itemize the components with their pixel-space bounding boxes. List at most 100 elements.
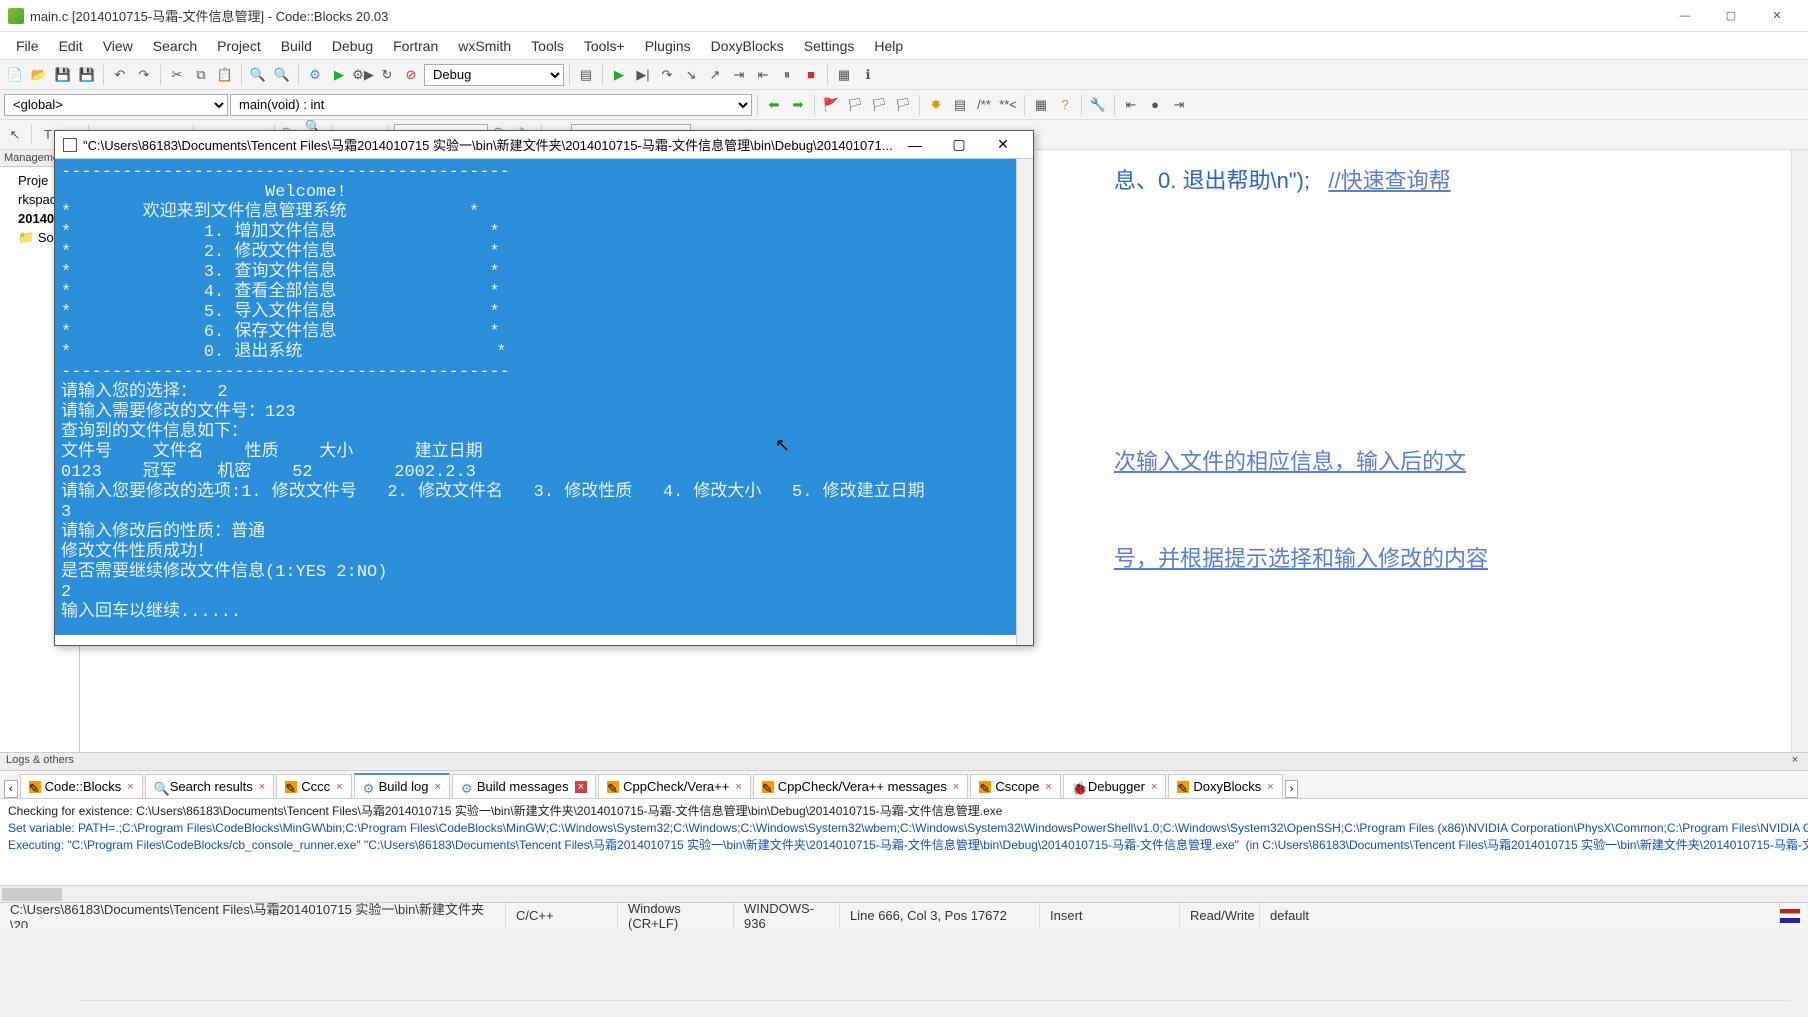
run-icon[interactable]: ▶ xyxy=(328,64,350,86)
menu-doxyblocks[interactable]: DoxyBlocks xyxy=(701,34,794,58)
tab-build-messages[interactable]: ⚙Build messages× xyxy=(452,774,596,798)
close-button[interactable]: ✕ xyxy=(1754,1,1800,31)
close-icon[interactable]: × xyxy=(735,781,741,793)
open-file-icon[interactable]: 📂 xyxy=(28,64,50,86)
paste-icon[interactable]: 📋 xyxy=(214,64,236,86)
doxy-block-icon[interactable]: /** xyxy=(973,94,995,116)
menu-debug[interactable]: Debug xyxy=(322,34,383,58)
doxy-line-icon[interactable]: **< xyxy=(997,94,1019,116)
debug-windows-icon[interactable]: ▦ xyxy=(833,64,855,86)
menu-fortran[interactable]: Fortran xyxy=(383,34,448,58)
rebuild-icon[interactable]: ↻ xyxy=(376,64,398,86)
step-instr-icon[interactable]: ⇤ xyxy=(752,64,774,86)
console-close-button[interactable]: ✕ xyxy=(981,132,1025,158)
build-run-icon[interactable]: ⚙▶ xyxy=(352,64,374,86)
close-icon[interactable]: × xyxy=(1151,781,1157,793)
tab-cppcheck[interactable]: ✎CppCheck/Vera++× xyxy=(598,774,751,798)
menu-build[interactable]: Build xyxy=(271,34,322,58)
menu-wxsmith[interactable]: wxSmith xyxy=(448,34,521,58)
build-target-select[interactable]: Debug xyxy=(424,64,564,86)
close-icon[interactable]: × xyxy=(259,781,265,793)
build-log-output[interactable]: Checking for existence: C:\Users\86183\D… xyxy=(0,799,1808,885)
console-maximize-button[interactable]: ▢ xyxy=(937,132,981,158)
menu-project[interactable]: Project xyxy=(207,34,271,58)
new-file-icon[interactable]: 📄 xyxy=(4,64,26,86)
menu-toolsplus[interactable]: Tools+ xyxy=(574,34,635,58)
doxy-config-icon[interactable]: 🔧 xyxy=(1087,94,1109,116)
menu-tools[interactable]: Tools xyxy=(521,34,574,58)
nav-record-icon[interactable]: ● xyxy=(1144,94,1166,116)
bookmark-toggle-icon[interactable]: 🚩 xyxy=(820,94,842,116)
close-icon[interactable]: × xyxy=(953,781,959,793)
jump-back-icon[interactable]: ⬅ xyxy=(763,94,785,116)
tab-cccc[interactable]: ✎Cccc× xyxy=(276,774,351,798)
close-icon[interactable]: × xyxy=(434,781,440,793)
find-icon[interactable]: 🔍 xyxy=(247,64,269,86)
doxy-run-icon[interactable]: ▦ xyxy=(1030,94,1052,116)
menu-edit[interactable]: Edit xyxy=(49,34,93,58)
menu-view[interactable]: View xyxy=(93,34,143,58)
next-line-icon[interactable]: ↷ xyxy=(656,64,678,86)
info-icon[interactable]: ℹ xyxy=(857,64,879,86)
menu-search[interactable]: Search xyxy=(143,34,207,58)
tab-search-results[interactable]: 🔍Search results× xyxy=(145,774,275,798)
tabs-scroll-right-icon[interactable]: › xyxy=(1285,780,1299,798)
tab-build-log[interactable]: ⚙Build log× xyxy=(354,773,450,798)
step-out-icon[interactable]: ↗ xyxy=(704,64,726,86)
menu-plugins[interactable]: Plugins xyxy=(635,34,701,58)
close-icon[interactable]: × xyxy=(575,781,587,793)
save-icon[interactable]: 💾 xyxy=(52,64,74,86)
bottom-hscroll[interactable] xyxy=(0,885,1808,902)
menu-help[interactable]: Help xyxy=(864,34,913,58)
close-icon[interactable]: × xyxy=(1267,781,1273,793)
menu-file[interactable]: File xyxy=(6,34,49,58)
close-icon[interactable]: × xyxy=(1045,781,1051,793)
tab-cscope[interactable]: ✎Cscope× xyxy=(970,774,1061,798)
cut-icon[interactable]: ✂ xyxy=(166,64,188,86)
tab-cppcheck-messages[interactable]: ✎CppCheck/Vera++ messages× xyxy=(753,774,969,798)
doxy-extract-icon[interactable]: ▤ xyxy=(949,94,971,116)
stop-debug-icon[interactable]: ■ xyxy=(800,64,822,86)
next-instr-icon[interactable]: ⇥ xyxy=(728,64,750,86)
undo-icon[interactable]: ↶ xyxy=(109,64,131,86)
abort-icon[interactable]: ⊘ xyxy=(400,64,422,86)
settings-icon[interactable]: ✸ xyxy=(925,94,947,116)
doxy-chm-icon[interactable]: ? xyxy=(1054,94,1076,116)
break-icon[interactable]: ⏸ xyxy=(776,64,798,86)
bookmark-clear-icon[interactable]: 🏳 xyxy=(892,94,914,116)
minimize-button[interactable]: — xyxy=(1662,1,1708,31)
save-all-icon[interactable]: 💾 xyxy=(76,64,98,86)
bookmark-prev-icon[interactable]: 🏳 xyxy=(844,94,866,116)
editor-hscroll[interactable] xyxy=(80,1000,1790,1017)
debug-run-icon[interactable]: ▶ xyxy=(608,64,630,86)
show-targets-icon[interactable]: ▤ xyxy=(575,64,597,86)
editor-vscroll[interactable] xyxy=(1791,150,1808,752)
close-icon[interactable]: × xyxy=(336,781,342,793)
tabs-scroll-left-icon[interactable]: ‹ xyxy=(4,780,18,798)
jump-fwd-icon[interactable]: ➡ xyxy=(787,94,809,116)
maximize-button[interactable]: ▢ xyxy=(1708,1,1754,31)
tab-doxyblocks[interactable]: ✎DoxyBlocks× xyxy=(1168,774,1282,798)
build-icon[interactable]: ⚙ xyxy=(304,64,326,86)
scope-select[interactable]: <global> xyxy=(4,94,228,116)
redo-icon[interactable]: ↷ xyxy=(133,64,155,86)
close-icon[interactable]: × xyxy=(127,781,133,793)
bookmark-next-icon[interactable]: 🏳 xyxy=(868,94,890,116)
function-select[interactable]: main(void) : int xyxy=(230,94,752,116)
console-titlebar[interactable]: "C:\Users\86183\Documents\Tencent Files\… xyxy=(55,131,1033,159)
console-vscroll[interactable] xyxy=(1016,159,1033,645)
tab-codeblocks[interactable]: ✎Code::Blocks× xyxy=(20,774,143,798)
console-output[interactable]: ----------------------------------------… xyxy=(55,159,1033,635)
nav-fwd-icon[interactable]: ⇥ xyxy=(1168,94,1190,116)
run-to-cursor-icon[interactable]: ▶| xyxy=(632,64,654,86)
language-flag-icon[interactable] xyxy=(1780,909,1800,923)
tab-debugger[interactable]: 🐞Debugger× xyxy=(1063,774,1167,798)
hscroll-thumb[interactable] xyxy=(2,888,62,901)
step-into-icon[interactable]: ↘ xyxy=(680,64,702,86)
logs-close-icon[interactable]: × xyxy=(1788,754,1802,769)
console-minimize-button[interactable]: — xyxy=(893,132,937,158)
nav-back-icon[interactable]: ⇤ xyxy=(1120,94,1142,116)
replace-icon[interactable]: 🔍 xyxy=(271,64,293,86)
select-icon[interactable]: ↖ xyxy=(4,124,26,146)
menu-settings[interactable]: Settings xyxy=(794,34,865,58)
